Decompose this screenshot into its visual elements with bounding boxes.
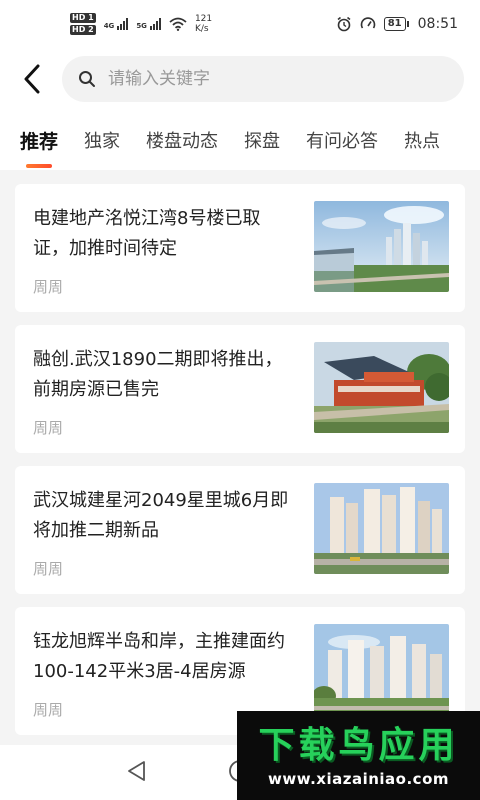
search-bar[interactable] <box>62 56 464 102</box>
search-input[interactable] <box>108 69 408 89</box>
speedometer-icon <box>360 17 376 29</box>
search-icon <box>79 71 95 87</box>
network-type-2: 5G <box>136 22 147 30</box>
tab-qa[interactable]: 有问必答 <box>306 127 378 153</box>
alarm-icon <box>337 16 351 32</box>
article-thumbnail <box>314 624 449 715</box>
status-right: 81 08:51 <box>336 16 458 32</box>
nav-back-button[interactable] <box>126 760 148 786</box>
network-speed: 121 K/s <box>195 14 212 34</box>
article-source: 周周 <box>33 560 64 578</box>
speed-unit: K/s <box>194 24 209 34</box>
article-title: 融创.武汉1890二期即将推出，前期房源已售完 <box>33 349 283 400</box>
article-thumbnail <box>314 342 449 433</box>
tab-exclusive[interactable]: 独家 <box>84 127 120 153</box>
tab-site-visit[interactable]: 探盘 <box>244 127 280 153</box>
tab-property-news[interactable]: 楼盘动态 <box>146 127 218 153</box>
article-card[interactable]: 融创.武汉1890二期即将推出，前期房源已售完 周周 <box>15 325 465 453</box>
status-left: HD 1 HD 2 4G 5G 121 K/s <box>70 13 212 35</box>
hd2-badge: HD 2 <box>70 25 96 35</box>
hd-indicators: HD 1 HD 2 <box>70 13 96 35</box>
category-tabs: 推荐 独家 楼盘动态 探盘 有问必答 热点 <box>0 110 480 170</box>
back-button[interactable] <box>6 53 58 105</box>
wifi-icon <box>169 17 187 31</box>
article-title: 钰龙旭辉半岛和岸，主推建面约100-142平米3居-4居房源 <box>33 631 285 682</box>
article-card[interactable]: 电建地产洺悦江湾8号楼已取证，加推时间待定 周周 <box>15 184 465 312</box>
article-source: 周周 <box>33 701 64 719</box>
battery-level: 81 <box>383 17 409 31</box>
signal-bars-icon <box>117 18 129 30</box>
tab-hot[interactable]: 热点 <box>404 127 440 153</box>
speed-value: 121 <box>194 14 213 24</box>
signal-1: 4G <box>104 18 129 30</box>
hd1-badge: HD 1 <box>70 13 96 23</box>
signal-2: 5G <box>136 18 161 30</box>
watermark-title: 下载鸟应用 <box>258 724 459 766</box>
article-thumbnail <box>314 483 449 574</box>
signal-bars-icon <box>149 18 161 30</box>
article-card[interactable]: 武汉城建星河2049星里城6月即将加推二期新品 周周 <box>15 466 465 594</box>
chevron-left-icon <box>24 64 40 94</box>
article-title: 电建地产洺悦江湾8号楼已取证，加推时间待定 <box>33 208 261 259</box>
article-thumbnail <box>314 201 449 292</box>
status-bar: HD 1 HD 2 4G 5G 121 K/s 81 08:51 <box>0 0 480 48</box>
article-title: 武汉城建星河2049星里城6月即将加推二期新品 <box>33 490 289 541</box>
article-source: 周周 <box>33 278 64 296</box>
watermark-url: www.xiazainiao.com <box>267 769 450 788</box>
clock: 08:51 <box>417 16 458 32</box>
network-type-1: 4G <box>103 22 115 30</box>
article-feed: 电建地产洺悦江湾8号楼已取证，加推时间待定 周周 融创.武汉1890二期即将推出… <box>15 184 465 748</box>
triangle-back-icon <box>128 760 145 781</box>
article-source: 周周 <box>33 419 64 437</box>
top-header <box>0 48 480 110</box>
tab-recommend[interactable]: 推荐 <box>20 127 58 168</box>
watermark-logo: 下载鸟应用 www.xiazainiao.com <box>237 711 480 800</box>
